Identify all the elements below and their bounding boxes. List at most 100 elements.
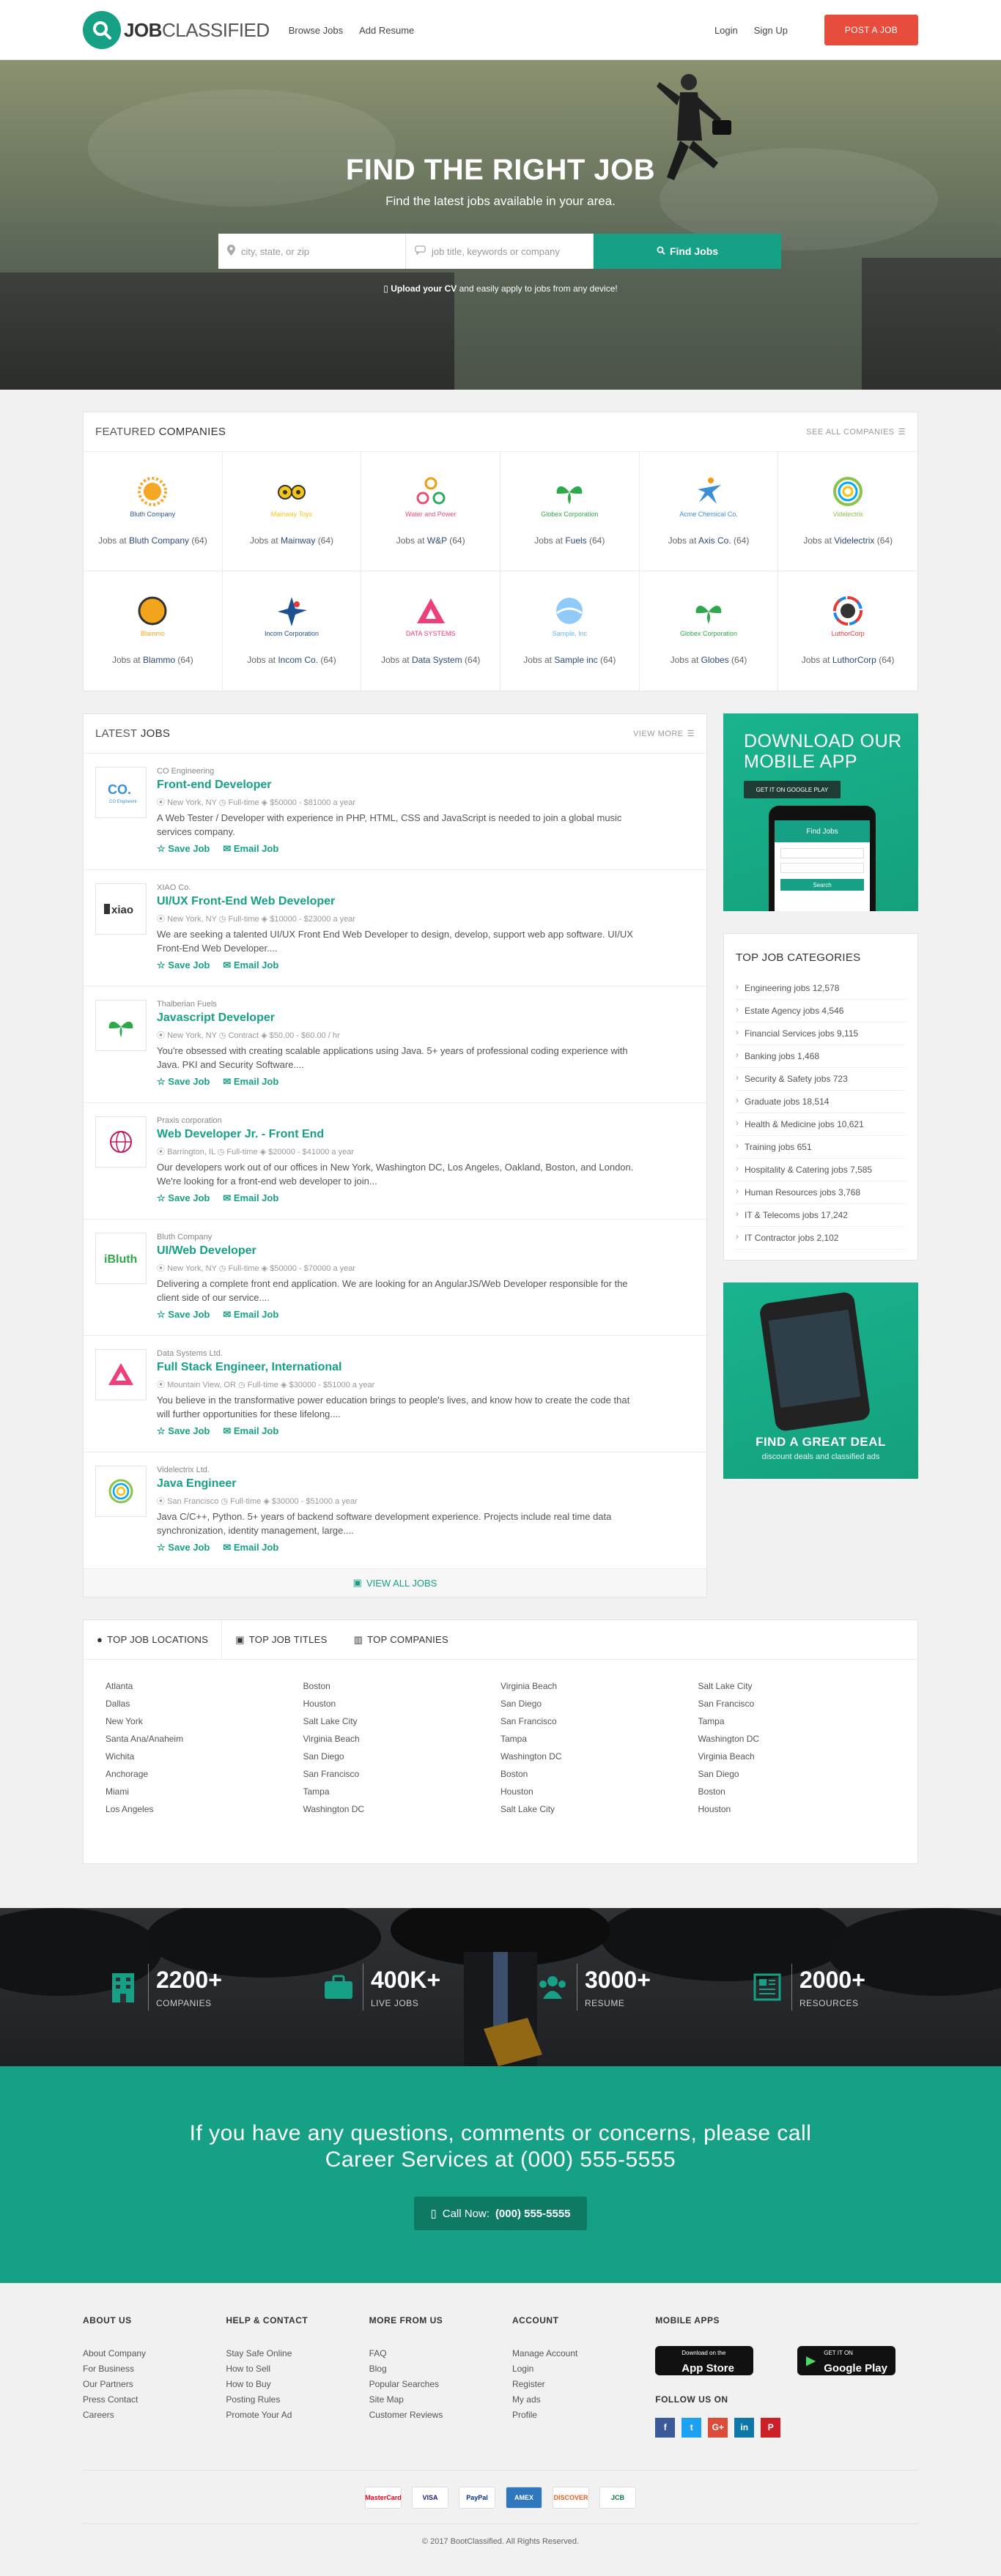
save-job-button[interactable]: ☆ Save Job <box>157 1425 210 1437</box>
great-deal-promo[interactable]: FIND A GREAT DEAL discount deals and cla… <box>723 1283 918 1479</box>
company-card[interactable]: DATA SYSTEMS Jobs at Data System (64) <box>361 571 500 691</box>
email-job-button[interactable]: ✉ Email Job <box>223 1542 278 1554</box>
nav-browse-jobs[interactable]: Browse Jobs <box>289 25 343 36</box>
company-name-link[interactable]: Bluth Company <box>129 535 189 546</box>
app-store-badge[interactable]: Download on the App Store <box>655 2346 754 2375</box>
company-card[interactable]: Incom Corporation Jobs at Incom Co. (64) <box>223 571 362 691</box>
view-more-link[interactable]: VIEW MORE ☰ <box>633 729 695 739</box>
keyword-field[interactable]: job title, keywords or company <box>406 234 594 269</box>
footer-link[interactable]: My ads <box>512 2392 655 2408</box>
job-company-logo[interactable] <box>95 1116 147 1168</box>
footer-link[interactable]: Careers <box>83 2408 226 2423</box>
footer-link[interactable]: Popular Searches <box>369 2377 512 2392</box>
location-link[interactable]: Los Angeles <box>106 1804 153 1814</box>
job-title-link[interactable]: UI/UX Front-End Web Developer <box>157 895 640 908</box>
category-link[interactable]: Financial Services jobs 9,115 <box>736 1022 906 1045</box>
location-link[interactable]: Virginia Beach <box>698 1751 755 1762</box>
location-link[interactable]: Virginia Beach <box>500 1681 557 1691</box>
location-link[interactable]: Dallas <box>106 1699 130 1709</box>
company-card[interactable]: Globex Corporation Jobs at Fuels (64) <box>500 452 640 571</box>
job-title-link[interactable]: Front-end Developer <box>157 779 640 792</box>
google-play-badge[interactable]: ▶ GET IT ON Google Play <box>797 2346 896 2375</box>
location-link[interactable]: New York <box>106 1716 143 1726</box>
company-card[interactable]: Blammo Jobs at Blammo (64) <box>84 571 223 691</box>
location-link[interactable]: San Francisco <box>698 1699 755 1709</box>
location-link[interactable]: Washington DC <box>500 1751 562 1762</box>
pinterest-icon[interactable]: P <box>761 2418 781 2438</box>
location-link[interactable]: Houston <box>500 1786 533 1797</box>
email-job-button[interactable]: ✉ Email Job <box>223 1309 278 1321</box>
email-job-button[interactable]: ✉ Email Job <box>223 959 278 971</box>
footer-link[interactable]: FAQ <box>369 2346 512 2361</box>
location-link[interactable]: Houston <box>303 1699 336 1709</box>
location-link[interactable]: Wichita <box>106 1751 134 1762</box>
location-link[interactable]: Tampa <box>303 1786 330 1797</box>
category-link[interactable]: Health & Medicine jobs 10,621 <box>736 1113 906 1136</box>
job-company-logo[interactable] <box>95 1000 147 1051</box>
job-company-logo[interactable]: iBluth <box>95 1233 147 1284</box>
facebook-icon[interactable]: f <box>655 2418 676 2438</box>
location-link[interactable]: Boston <box>303 1681 330 1691</box>
tab-top-job-titles[interactable]: ▣ TOP JOB TITLES <box>222 1620 340 1659</box>
site-logo[interactable]: JOBCLASSIFIED <box>83 11 270 49</box>
company-card[interactable]: Acme Chemical Co. Jobs at Axis Co. (64) <box>639 452 779 571</box>
tab-top-companies[interactable]: ▥ TOP COMPANIES <box>341 1620 462 1659</box>
location-link[interactable]: Salt Lake City <box>303 1716 358 1726</box>
location-link[interactable]: San Francisco <box>303 1769 360 1779</box>
google-plus-icon[interactable]: G+ <box>708 2418 728 2438</box>
footer-link[interactable]: Stay Safe Online <box>226 2346 369 2361</box>
location-link[interactable]: Anchorage <box>106 1769 148 1779</box>
location-link[interactable]: Washington DC <box>303 1804 365 1814</box>
company-card[interactable]: Sample, Inc Jobs at Sample inc (64) <box>500 571 640 691</box>
category-link[interactable]: Estate Agency jobs 4,546 <box>736 1000 906 1022</box>
save-job-button[interactable]: ☆ Save Job <box>157 843 210 855</box>
company-name-link[interactable]: Videlectrix <box>834 535 874 546</box>
location-link[interactable]: Tampa <box>500 1734 527 1744</box>
location-link[interactable]: San Francisco <box>500 1716 557 1726</box>
company-name-link[interactable]: Mainway <box>281 535 315 546</box>
job-title-link[interactable]: Full Stack Engineer, International <box>157 1361 640 1374</box>
category-link[interactable]: Hospitality & Catering jobs 7,585 <box>736 1159 906 1181</box>
post-job-button[interactable]: POST A JOB <box>824 15 918 45</box>
footer-link[interactable]: Customer Reviews <box>369 2408 512 2423</box>
company-name-link[interactable]: Blammo <box>143 655 175 665</box>
company-name-link[interactable]: Incom Co. <box>278 655 318 665</box>
call-now-button[interactable]: ▯ Call Now: (000) 555-5555 <box>414 2197 587 2230</box>
location-link[interactable]: Atlanta <box>106 1681 133 1691</box>
footer-link[interactable]: About Company <box>83 2346 226 2361</box>
location-link[interactable]: Salt Lake City <box>500 1804 555 1814</box>
category-link[interactable]: Banking jobs 1,468 <box>736 1045 906 1068</box>
footer-link[interactable]: Register <box>512 2377 655 2392</box>
save-job-button[interactable]: ☆ Save Job <box>157 1542 210 1554</box>
footer-link[interactable]: Manage Account <box>512 2346 655 2361</box>
see-all-companies-link[interactable]: SEE ALL COMPANIES ☰ <box>806 427 906 437</box>
email-job-button[interactable]: ✉ Email Job <box>223 1425 278 1437</box>
footer-link[interactable]: Blog <box>369 2361 512 2377</box>
job-title-link[interactable]: UI/Web Developer <box>157 1244 640 1258</box>
category-link[interactable]: Graduate jobs 18,514 <box>736 1091 906 1113</box>
save-job-button[interactable]: ☆ Save Job <box>157 1192 210 1204</box>
location-link[interactable]: Boston <box>500 1769 528 1779</box>
footer-link[interactable]: Press Contact <box>83 2392 226 2408</box>
nav-add-resume[interactable]: Add Resume <box>359 25 414 36</box>
save-job-button[interactable]: ☆ Save Job <box>157 959 210 971</box>
signup-link[interactable]: Sign Up <box>754 25 788 36</box>
google-play-badge[interactable]: GET IT ON GOOGLE PLAY <box>744 781 841 798</box>
company-card[interactable]: LuthorCorp Jobs at LuthorCorp (64) <box>778 571 917 691</box>
company-name-link[interactable]: W&P <box>427 535 447 546</box>
view-all-jobs-button[interactable]: ▣ VIEW ALL JOBS <box>84 1569 706 1597</box>
twitter-icon[interactable]: t <box>682 2418 702 2438</box>
company-name-link[interactable]: Globes <box>701 655 729 665</box>
company-name-link[interactable]: Fuels <box>565 535 586 546</box>
job-company-logo[interactable]: CO. CO Engineering <box>95 767 147 818</box>
company-name-link[interactable]: LuthorCorp <box>832 655 876 665</box>
mobile-app-promo[interactable]: DOWNLOAD OUR MOBILE APP GET IT ON GOOGLE… <box>723 713 918 911</box>
footer-link[interactable]: Posting Rules <box>226 2392 369 2408</box>
category-link[interactable]: Training jobs 651 <box>736 1136 906 1159</box>
job-title-link[interactable]: Web Developer Jr. - Front End <box>157 1128 640 1141</box>
location-link[interactable]: Miami <box>106 1786 129 1797</box>
footer-link[interactable]: Profile <box>512 2408 655 2423</box>
category-link[interactable]: Engineering jobs 12,578 <box>736 977 906 1000</box>
location-link[interactable]: Santa Ana/Anaheim <box>106 1734 183 1744</box>
job-title-link[interactable]: Javascript Developer <box>157 1012 640 1025</box>
